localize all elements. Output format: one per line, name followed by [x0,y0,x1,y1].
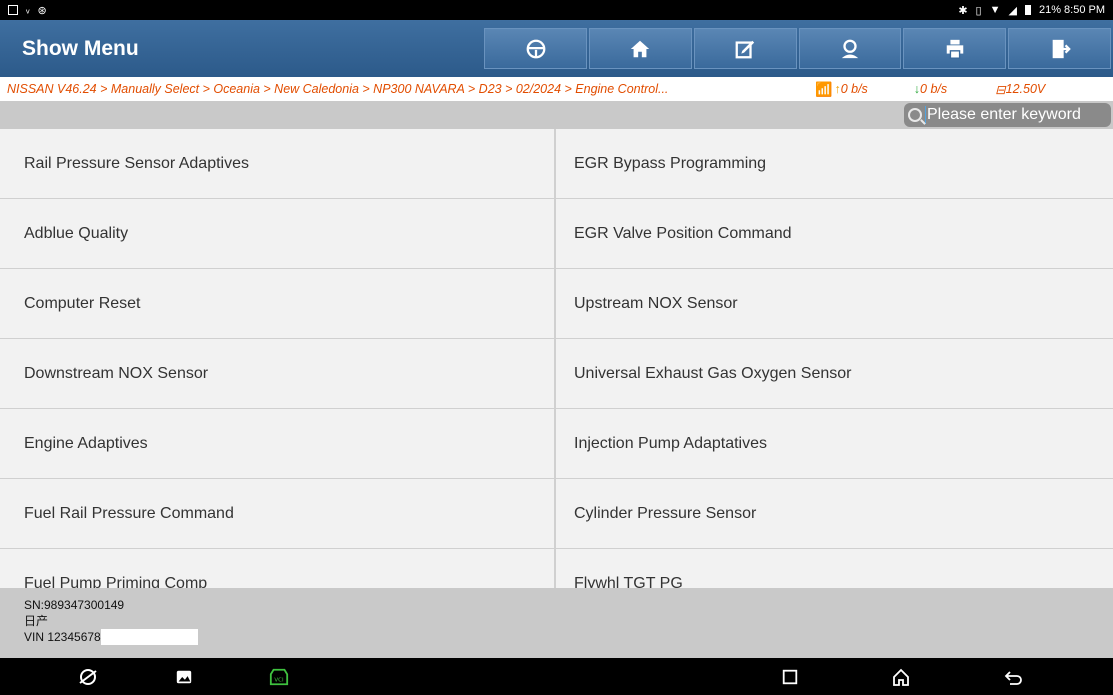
menu-row: Fuel Rail Pressure Command Cylinder Pres… [0,479,1113,549]
app-header: Show Menu [0,20,1113,77]
search-placeholder: Please enter keyword [927,106,1081,123]
menu-row: Computer Reset Upstream NOX Sensor [0,269,1113,339]
menu-row: Fuel Pump Priming Comp Flywhl TGT PG [0,549,1113,588]
printer-icon [946,39,964,59]
function-menu-grid: Rail Pressure Sensor Adaptives EGR Bypas… [0,129,1113,588]
steering-wheel-button[interactable] [484,28,587,69]
menu-row: Rail Pressure Sensor Adaptives EGR Bypas… [0,129,1113,199]
menu-item[interactable]: Computer Reset [0,269,556,338]
battery-voltage-icon: ⊟ [995,82,1006,97]
menu-item[interactable]: EGR Bypass Programming [556,129,1113,198]
breadcrumb: NISSAN V46.24 > Manually Select > Oceani… [0,77,1113,101]
user-button[interactable] [798,28,902,69]
menu-item[interactable]: EGR Valve Position Command [556,199,1113,268]
menu-item[interactable]: Cylinder Pressure Sensor [556,479,1113,548]
menu-item[interactable]: Adblue Quality [0,199,556,268]
search-input[interactable]: Please enter keyword [904,103,1111,127]
svg-text:VCI: VCI [274,678,284,684]
search-icon [908,108,922,122]
back-icon[interactable] [1002,666,1026,688]
search-bar: Please enter keyword [0,101,1113,129]
menu-item[interactable]: Downstream NOX Sensor [0,339,556,408]
home-icon [631,40,650,57]
recent-apps-icon[interactable] [778,666,802,688]
menu-item[interactable]: Flywhl TGT PG [556,549,1113,588]
cell-signal-icon: ◢ [1008,4,1017,17]
steering-wheel-icon [526,39,545,58]
vci-connector-icon[interactable]: VCI [267,666,291,688]
vehicle-info-footer: SN:989347300149 日产 VIN 12345678 [0,588,1113,658]
usb-icon: ᵥ [26,4,30,16]
download-rate: 0 b/s [920,82,948,96]
menu-item[interactable]: Fuel Pump Priming Comp [0,549,556,588]
edit-icon [735,40,755,58]
battery-icon [1024,5,1031,15]
upload-rate: 0 b/s [840,82,868,96]
menu-item[interactable]: Injection Pump Adaptatives [556,409,1113,478]
serial-number: SN:989347300149 [24,598,125,612]
page-title: Show Menu [22,36,139,60]
home-nav-icon[interactable] [889,666,913,688]
notification-image-icon [8,5,18,15]
status-bar: ᵥ ⊛ ✱ ▯ ▼ ◢ 21% 8:50 PM [0,0,1113,20]
vibrate-icon: ▯ [975,4,982,17]
menu-item[interactable]: Universal Exhaust Gas Oxygen Sensor [556,339,1113,408]
menu-item[interactable]: Engine Adaptives [0,409,556,478]
user-icon [841,39,859,58]
menu-row: Adblue Quality EGR Valve Position Comman… [0,199,1113,269]
edit-button[interactable] [693,28,797,69]
vehicle-brand: 日产 [24,614,49,628]
system-nav-bar: VCI [0,658,1113,695]
battery-voltage: 12.50V [1005,82,1046,96]
settings-badge-icon: ⊛ [37,4,47,17]
print-button[interactable] [903,28,1007,69]
wifi-signal-icon: ▼ [989,4,1001,16]
menu-item[interactable]: Rail Pressure Sensor Adaptives [0,129,556,198]
gallery-icon[interactable] [172,666,196,688]
home-button[interactable] [588,28,692,69]
vci-wifi-icon: 📶 [815,80,833,97]
menu-item[interactable]: Fuel Rail Pressure Command [0,479,556,548]
exit-icon [1052,39,1071,58]
bluetooth-icon: ✱ [958,4,968,17]
status-time: 21% 8:50 PM [1038,4,1105,16]
menu-row: Downstream NOX Sensor Universal Exhaust … [0,339,1113,409]
vin-number: VIN 12345678 [24,630,101,644]
vin-redaction [100,629,198,645]
menu-item[interactable]: Upstream NOX Sensor [556,269,1113,338]
exit-button[interactable] [1008,28,1112,69]
breadcrumb-path: NISSAN V46.24 > Manually Select > Oceani… [7,82,669,96]
menu-row: Engine Adaptives Injection Pump Adaptati… [0,409,1113,479]
browser-orbit-icon[interactable] [76,666,100,688]
text-caret [925,106,926,124]
